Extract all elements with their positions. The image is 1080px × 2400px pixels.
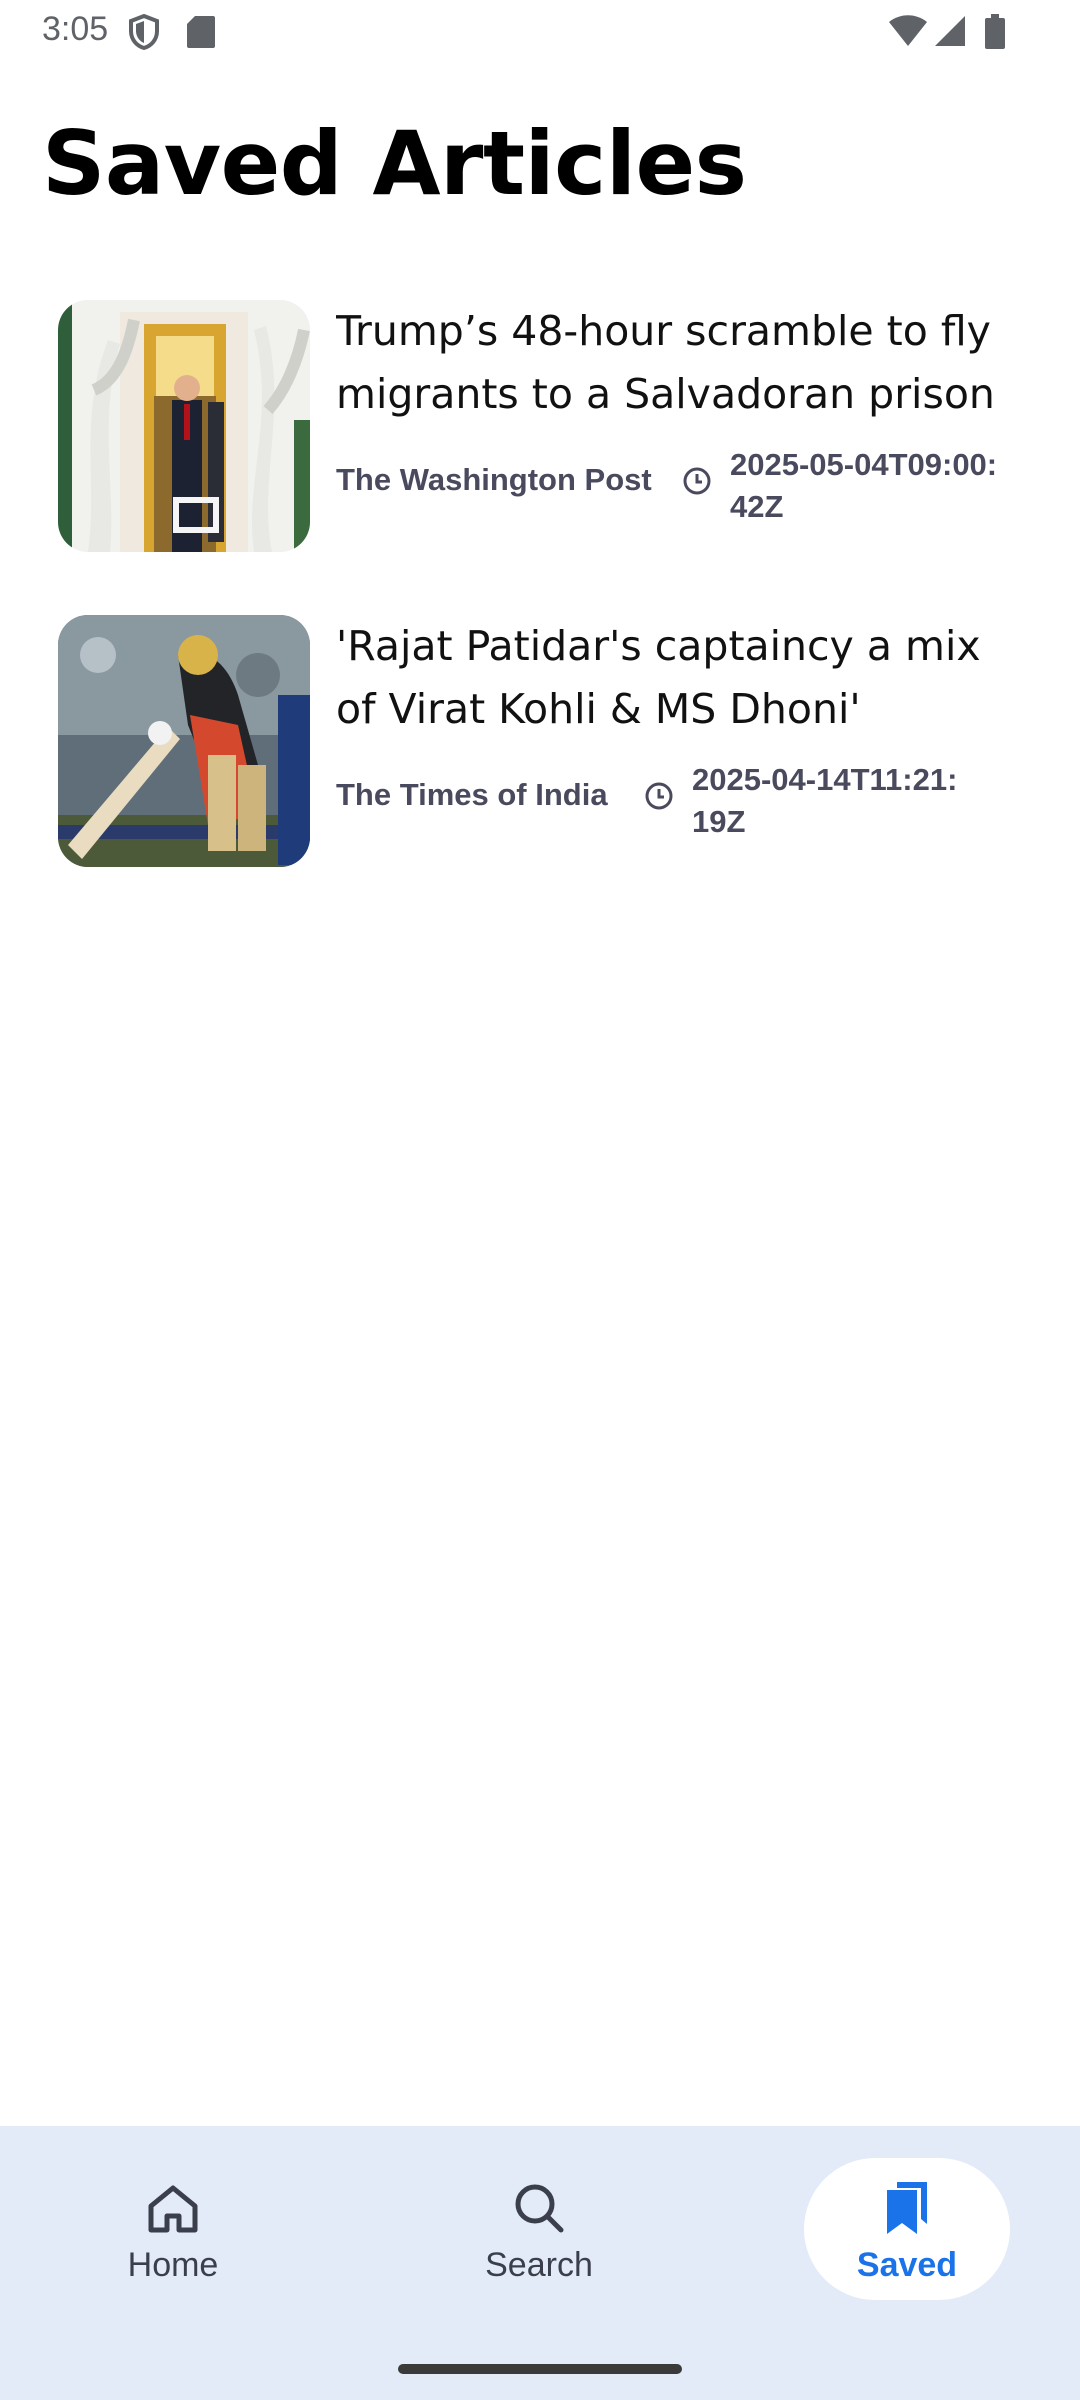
- clock-icon: [683, 467, 711, 495]
- wifi-icon: [889, 15, 927, 46]
- bottom-navigation: Home Search Saved: [0, 2126, 1080, 2400]
- battery-icon: [985, 14, 1005, 49]
- nav-label-home: Home: [127, 2246, 219, 2284]
- article-thumbnail: [58, 300, 310, 552]
- home-icon: [148, 2185, 198, 2233]
- nav-item-home[interactable]: Home: [70, 2158, 276, 2300]
- cell-signal-icon: [935, 16, 965, 46]
- article-headline: Trump’s 48-hour scramble to fly migrants…: [336, 307, 995, 418]
- page-title: Saved Articles: [42, 112, 747, 215]
- article-date: 2025-05-04T09:00:42Z: [730, 447, 998, 524]
- nav-label-saved: Saved: [856, 2246, 958, 2284]
- nav-item-saved[interactable]: Saved: [804, 2158, 1010, 2300]
- article-card[interactable]: Trump’s 48-hour scramble to fly migrants…: [58, 300, 1018, 552]
- shield-icon: [129, 14, 159, 50]
- article-source: The Times of India: [336, 777, 608, 812]
- article-card[interactable]: 'Rajat Patidar's captaincy a mix of Vira…: [58, 615, 1018, 867]
- article-headline: 'Rajat Patidar's captaincy a mix of Vira…: [336, 622, 981, 733]
- clock-icon: [645, 782, 673, 810]
- status-bar: 3:05: [0, 0, 1080, 64]
- nav-label-search: Search: [485, 2246, 593, 2284]
- search-icon: [515, 2184, 564, 2233]
- article-source: The Washington Post: [336, 462, 652, 497]
- bookmarks-icon: [887, 2182, 927, 2234]
- article-meta: The Washington Post 2025-05-04T09:00:42Z: [336, 444, 1036, 524]
- nav-item-search[interactable]: Search: [436, 2158, 642, 2300]
- status-time: 3:05: [42, 10, 109, 48]
- gesture-handle[interactable]: [398, 2364, 682, 2374]
- sd-card-icon: [187, 16, 215, 48]
- article-date: 2025-04-14T11:21:19Z: [692, 762, 958, 839]
- article-thumbnail: [58, 615, 310, 867]
- article-meta: The Times of India 2025-04-14T11:21:19Z: [336, 759, 1036, 839]
